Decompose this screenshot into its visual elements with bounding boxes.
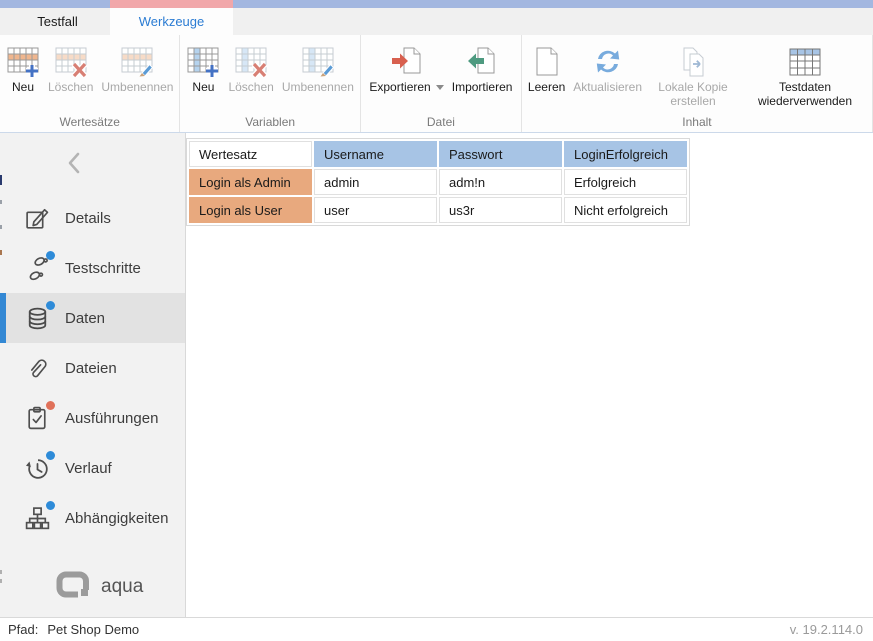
table-column-rename-icon [301,43,335,80]
importieren-button[interactable]: Importieren [448,42,517,94]
chevron-left-icon [64,151,86,175]
active-tab-accent [110,0,233,8]
table-row: Login als User user us3r Nicht erfolgrei… [189,197,687,223]
clipboard-check-icon [24,405,51,432]
badge-dot [46,251,55,260]
aktualisieren-button[interactable]: Aktualisieren [569,42,646,94]
sidebar-item-daten[interactable]: Daten [0,293,185,343]
badge-dot [46,451,55,460]
tab-testfall[interactable]: Testfall [5,8,110,35]
umbenennen-variable-button[interactable]: Umbenennen [278,42,358,94]
neu-wertesatz-button[interactable]: Neu [2,42,44,94]
table-column-add-icon [186,43,220,80]
history-icon [24,455,51,482]
sidebar-item-details[interactable]: Details [0,193,185,243]
loeschen-variable-button[interactable]: Löschen [224,42,277,94]
testdaten-wiederverwenden-button[interactable]: Testdaten wiederverwenden [740,42,870,109]
sidebar-item-testschritte[interactable]: Testschritte [0,243,185,293]
ribbon-group-variablen: Neu Löschen [180,35,360,132]
data-table-panel: Wertesatz Username Passwort LoginErfolgr… [186,133,873,617]
table-reuse-icon [788,43,822,80]
path-value: Pet Shop Demo [47,622,139,637]
aqua-logo: aqua [0,570,185,603]
edge-marker [0,200,2,204]
table-cell[interactable]: us3r [439,197,562,223]
group-label-datei: Datei [361,115,521,129]
edge-marker [0,175,2,185]
column-header-username[interactable]: Username [314,141,437,167]
umbenennen-wertesatz-button[interactable]: Umbenennen [97,42,177,94]
edge-marker [0,250,2,255]
edit-icon [24,205,51,232]
group-label-wertesaetze: Wertesätze [0,115,179,129]
group-label-variablen: Variablen [180,115,359,129]
import-icon [465,43,499,80]
ribbon-group-datei: Exportieren Importieren Datei [361,35,522,132]
table-row-rename-icon [120,43,154,80]
column-header-wertesatz[interactable]: Wertesatz [189,141,312,167]
blank-page-icon [532,43,562,80]
ribbon-group-inhalt: Leeren Aktualisieren Lokale Kopie erstel… [522,35,873,132]
edge-marker [0,579,2,583]
path-label: Pfad: [8,622,38,637]
table-cell[interactable]: adm!n [439,169,562,195]
export-icon [389,43,425,80]
footsteps-icon [24,255,51,282]
exportieren-button[interactable]: Exportieren [365,42,447,94]
sidebar-item-ausfuehrungen[interactable]: Ausführungen [0,393,185,443]
column-header-loginerfolgreich[interactable]: LoginErfolgreich [564,141,687,167]
copy-page-icon [677,43,709,80]
table-header-row: Wertesatz Username Passwort LoginErfolgr… [189,141,687,167]
sidebar-collapse-button[interactable] [0,133,185,193]
table-cell[interactable]: Erfolgreich [564,169,687,195]
ribbon: Neu Löschen [0,35,873,133]
group-label-inhalt: Inhalt [522,115,872,129]
table-row: Login als Admin admin adm!n Erfolgreich [189,169,687,195]
window-accent-strip [0,0,873,8]
loeschen-wertesatz-button[interactable]: Löschen [44,42,97,94]
table-cell[interactable]: user [314,197,437,223]
badge-dot [46,301,55,310]
row-header-cell[interactable]: Login als Admin [189,169,312,195]
sidebar-item-verlauf[interactable]: Verlauf [0,443,185,493]
tab-werkzeuge[interactable]: Werkzeuge [110,8,233,35]
sidebar-item-dateien[interactable]: Dateien [0,343,185,393]
neu-variable-button[interactable]: Neu [182,42,224,94]
table-row-delete-icon [54,43,88,80]
lokale-kopie-erstellen-button[interactable]: Lokale Kopie erstellen [646,42,740,109]
badge-dot [46,501,55,510]
dropdown-arrow-icon [436,85,444,90]
sidebar-item-abhaengigkeiten[interactable]: Abhängigkeiten [0,493,185,543]
aqua-logo-icon [55,570,93,603]
sidebar: Details Testschritte [0,133,186,617]
wertesatz-table: Wertesatz Username Passwort LoginErfolgr… [187,139,689,225]
badge-dot [46,401,55,410]
paperclip-icon [24,355,51,382]
leeren-button[interactable]: Leeren [524,42,569,94]
edge-marker [0,570,2,574]
ribbon-group-wertesaetze: Neu Löschen [0,35,180,132]
refresh-icon [592,43,624,80]
table-cell[interactable]: Nicht erfolgreich [564,197,687,223]
ribbon-tab-bar: Testfall Werkzeuge [0,8,873,35]
table-cell[interactable]: admin [314,169,437,195]
hierarchy-icon [24,505,51,532]
database-icon [24,305,51,332]
row-header-cell[interactable]: Login als User [189,197,312,223]
status-bar: Pfad: Pet Shop Demo v. 19.2.114.0 [0,617,873,641]
edge-marker [0,225,2,229]
column-header-passwort[interactable]: Passwort [439,141,562,167]
table-column-delete-icon [234,43,268,80]
main-area: Details Testschritte [0,133,873,617]
table-row-add-icon [6,43,40,80]
version-label: v. 19.2.114.0 [790,622,863,637]
